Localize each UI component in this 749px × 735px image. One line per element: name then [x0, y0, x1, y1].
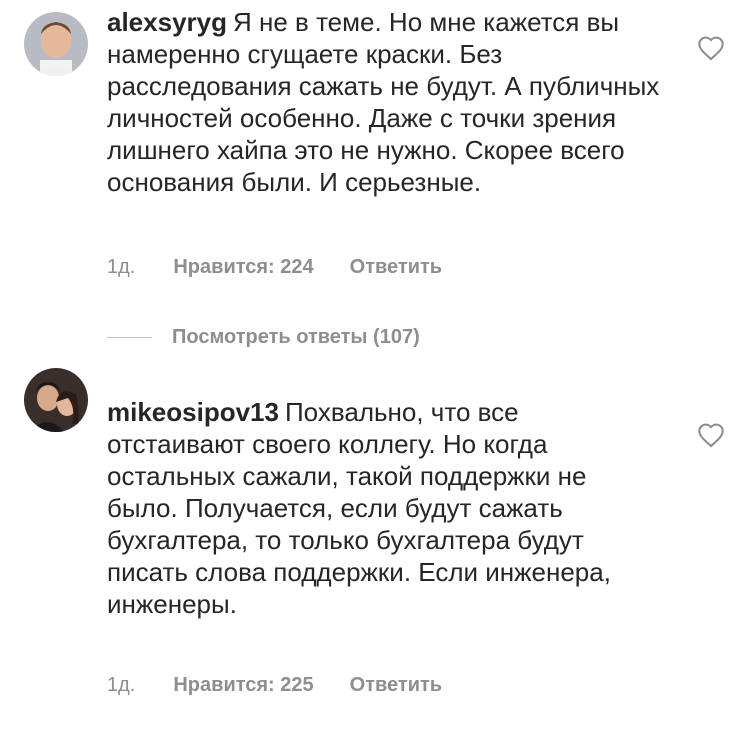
comment-text: Похвально, что все отстаивают своего кол… — [107, 397, 611, 619]
reply-button[interactable]: Ответить — [350, 674, 442, 697]
comment-body: mikeosipov13 Похвально, что все отстаиваю… — [107, 396, 662, 620]
avatar-image — [24, 368, 88, 432]
comment-username[interactable]: alexsyryg — [107, 7, 227, 37]
avatar[interactable] — [24, 368, 88, 432]
comment-likes[interactable]: Нравится: 224 — [173, 256, 313, 279]
comment-meta: 1д. Нравится: 225 Ответить — [107, 674, 442, 697]
comment-time: 1д. — [107, 674, 136, 696]
view-replies-button[interactable]: Посмотреть ответы (107) — [107, 326, 420, 349]
divider — [107, 337, 152, 338]
heart-icon[interactable] — [697, 35, 725, 61]
comment-username[interactable]: mikeosipov13 — [107, 397, 279, 427]
comment-body: alexsyryg Я не в теме. Но мне кажется вы … — [107, 6, 662, 198]
avatar-image — [24, 12, 88, 76]
comment-meta: 1д. Нравится: 224 Ответить — [107, 256, 442, 279]
avatar[interactable] — [24, 12, 88, 76]
comment-time: 1д. — [107, 256, 136, 278]
heart-icon[interactable] — [697, 422, 725, 448]
view-replies-label: Посмотреть ответы (107) — [172, 326, 420, 348]
comment-likes[interactable]: Нравится: 225 — [173, 674, 313, 697]
reply-button[interactable]: Ответить — [350, 256, 442, 279]
